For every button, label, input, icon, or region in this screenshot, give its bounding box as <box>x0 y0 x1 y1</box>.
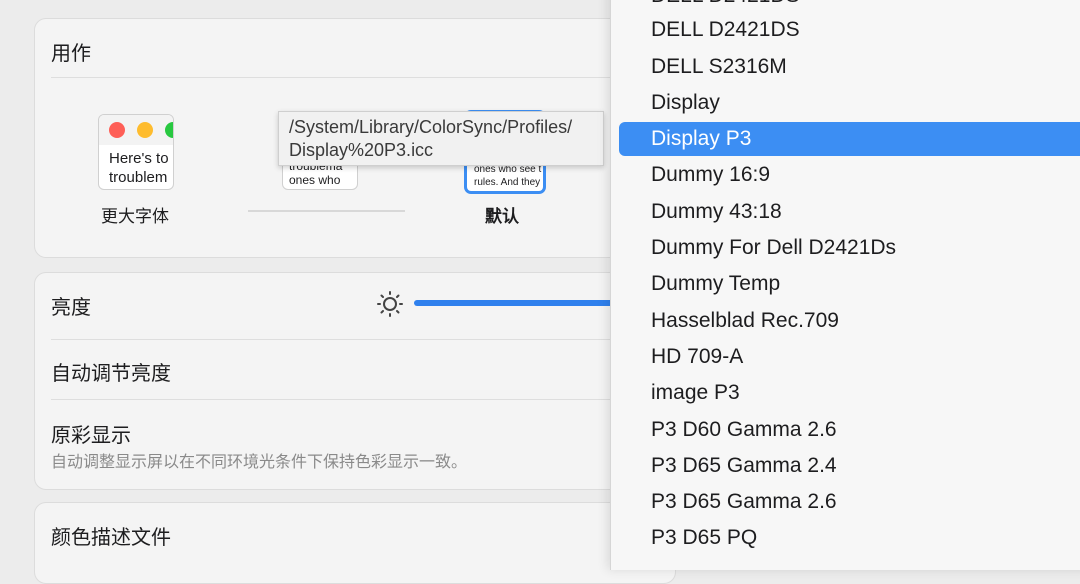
zoom-dot-icon <box>165 122 173 138</box>
resolution-option-label: 更大字体 <box>101 207 169 226</box>
menu-item[interactable]: DELL D2421DS <box>619 13 1080 47</box>
preview-line: rules. And they <box>474 177 541 188</box>
auto-brightness-label: 自动调节亮度 <box>51 363 171 385</box>
preview-line: troublem <box>109 169 168 186</box>
true-tone-description: 自动调整显示屏以在不同环境光条件下保持色彩显示一致。 <box>51 454 468 471</box>
menu-item[interactable]: P3 D65 PQ <box>619 521 1080 555</box>
tooltip-line: /System/Library/ColorSync/Profiles/ <box>289 117 573 137</box>
preview-line: ones who <box>289 173 341 187</box>
preview-line: Here's to <box>109 150 169 167</box>
menu-item[interactable]: Dummy 43:18 <box>619 195 1080 229</box>
color-profile-card: 颜色描述文件 <box>34 502 676 584</box>
brightness-label: 亮度 <box>51 297 91 319</box>
preview-text: Here's to troublem <box>99 145 173 187</box>
menu-item[interactable]: Hasselblad Rec.709 <box>619 304 1080 338</box>
color-profile-menu[interactable]: DELL D2421DS DELL D2421DS DELL S2316M Di… <box>610 0 1080 570</box>
menu-item[interactable]: Dummy 16:9 <box>619 158 1080 192</box>
menu-item[interactable]: P3 D65 Gamma 2.6 <box>619 485 1080 519</box>
close-dot-icon <box>109 122 125 138</box>
divider <box>51 399 675 400</box>
tooltip-line: Display%20P3.icc <box>289 140 434 160</box>
window-titlebar <box>99 115 173 145</box>
resolution-option-larger-text[interactable]: Here's to troublem <box>98 114 174 190</box>
profile-path-tooltip: /System/Library/ColorSync/Profiles/ Disp… <box>278 111 604 166</box>
menu-item[interactable]: Dummy For Dell D2421Ds <box>619 231 1080 265</box>
menu-item[interactable]: DELL S2316M <box>619 50 1080 84</box>
menu-item[interactable]: HD 709-A <box>619 340 1080 374</box>
color-profile-label: 颜色描述文件 <box>51 527 171 549</box>
divider <box>51 77 675 78</box>
menu-item[interactable]: DELL D2421DS <box>619 0 1080 13</box>
usage-title: 用作 <box>51 43 91 65</box>
menu-item[interactable]: Display <box>619 86 1080 120</box>
divider <box>51 339 675 340</box>
option-divider <box>248 210 405 212</box>
menu-item[interactable]: image P3 <box>619 376 1080 410</box>
minimize-dot-icon <box>137 122 153 138</box>
true-tone-label: 原彩显示 <box>51 425 131 447</box>
brightness-sun-icon <box>377 291 403 317</box>
menu-item-selected[interactable]: Display P3 <box>619 122 1080 156</box>
resolution-option-label-default: 默认 <box>485 207 519 226</box>
menu-item[interactable]: P3 D65 Gamma 2.4 <box>619 449 1080 483</box>
menu-item[interactable]: Dummy Temp <box>619 267 1080 301</box>
menu-item[interactable]: P3 D60 Gamma 2.6 <box>619 413 1080 447</box>
